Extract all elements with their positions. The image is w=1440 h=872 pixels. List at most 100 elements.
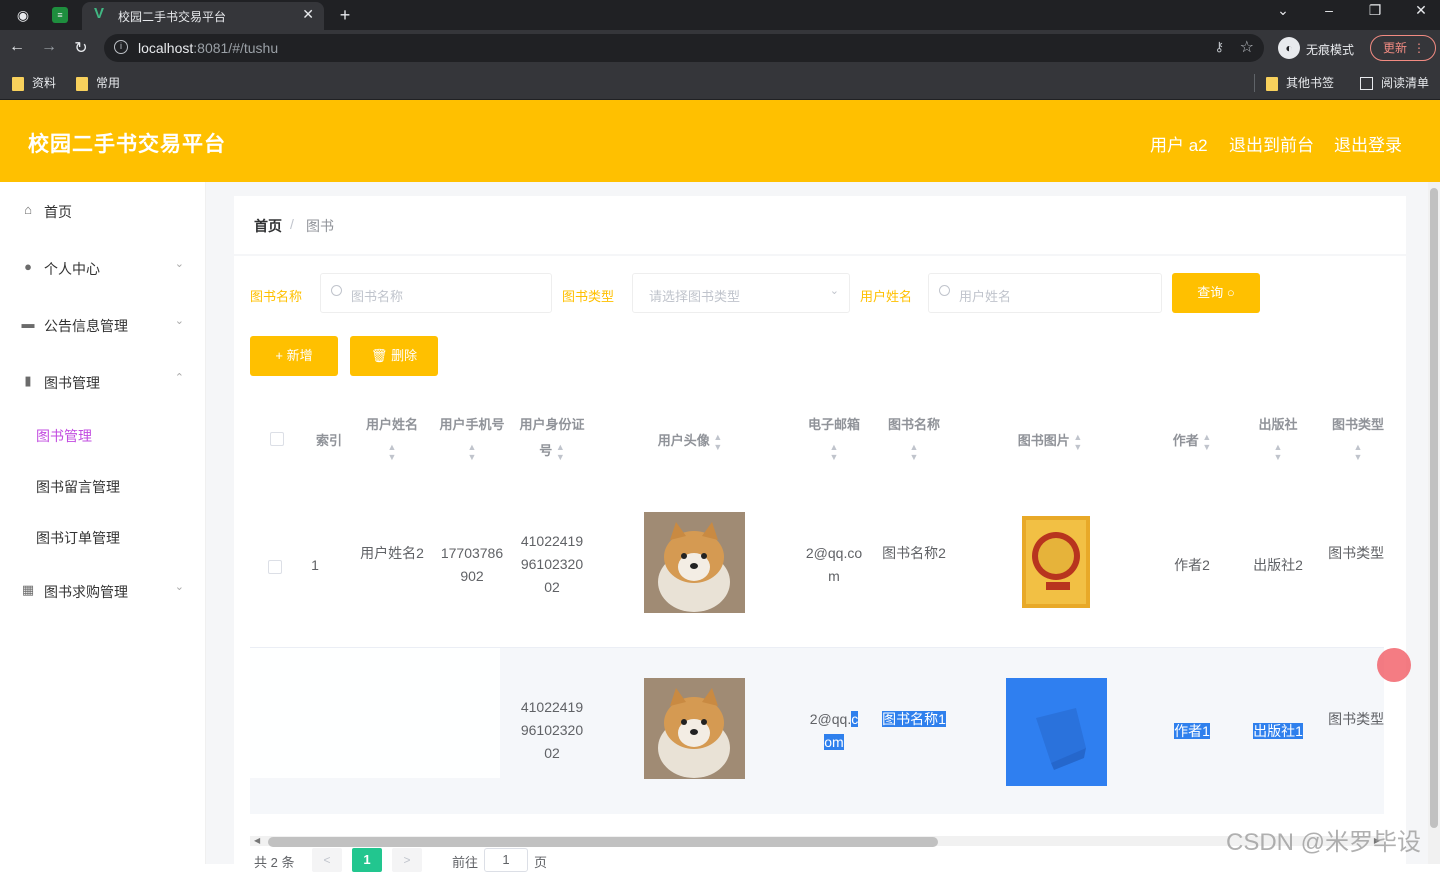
- sort-icon: ▲ ▼: [555, 441, 565, 462]
- watermark: CSDN @米罗毕设: [1226, 829, 1422, 856]
- scrollbar-thumb[interactable]: [1430, 188, 1438, 828]
- sidebar-item-home[interactable]: ⌂ 首页: [0, 190, 206, 230]
- cell-email: 2@qq.com: [805, 545, 863, 584]
- message-icon: ▬: [21, 316, 35, 331]
- close-tab-icon[interactable]: ✕: [302, 6, 314, 23]
- table-horizontal-scrollbar[interactable]: ◀ ▶: [250, 836, 1384, 847]
- chevron-up-icon: ⌃: [174, 372, 184, 384]
- page-vertical-scrollbar[interactable]: [1428, 182, 1440, 864]
- sort-icon: ▲ ▼: [1073, 431, 1083, 452]
- page-number-active[interactable]: 1: [352, 848, 382, 872]
- add-button[interactable]: + 新增: [250, 336, 338, 376]
- folder-icon: [12, 76, 24, 91]
- logout-link[interactable]: 退出登录: [1334, 131, 1402, 156]
- address-bar[interactable]: i localhost:8081/#/tushu ⚷ ☆: [104, 34, 1264, 62]
- delete-button[interactable]: 🗑 删除: [350, 336, 438, 376]
- bookmark-folder-changyong[interactable]: 常用: [76, 74, 120, 92]
- table-row[interactable]: 1 用户姓名2 17703786902 410224199610232002 2…: [250, 482, 1384, 648]
- cell-email: 2@qq.com: [809, 711, 859, 750]
- bookmark-folder-ziliao[interactable]: 资料: [12, 74, 56, 92]
- update-button[interactable]: 更新 ⋮: [1370, 35, 1436, 61]
- table-row[interactable]: 410224199610232002 2@qq.c om 图书名称1 作者1 出…: [250, 648, 1384, 814]
- book-type-select[interactable]: 请选择图书类型 ⌄: [632, 273, 850, 313]
- breadcrumb-separator: /: [290, 216, 294, 232]
- sidebar-item-book-management[interactable]: ▮ 图书管理 ⌃: [0, 361, 206, 401]
- cell-book-type: 图书类型3: [1328, 711, 1384, 727]
- query-button[interactable]: 查询 ○: [1172, 273, 1260, 313]
- sidebar-item-personal-center[interactable]: ● 个人中心 ⌄: [0, 247, 206, 287]
- browser-globe-icon[interactable]: ◉: [14, 6, 32, 24]
- tab-search-chevron-icon[interactable]: ⌄: [1268, 2, 1298, 19]
- forward-icon[interactable]: →: [38, 38, 60, 56]
- bookmark-other[interactable]: 其他书签: [1266, 74, 1334, 92]
- cell-author: 作者2: [1174, 557, 1210, 573]
- mouse-cursor-highlight: [1377, 648, 1411, 682]
- sidebar-item-notice[interactable]: ▬ 公告信息管理 ⌄: [0, 304, 206, 344]
- cell-book-type: 图书类型2: [1328, 545, 1384, 561]
- exit-to-frontend-link[interactable]: 退出到前台: [1229, 131, 1314, 156]
- restore-icon[interactable]: ❐: [1360, 2, 1390, 19]
- select-all-checkbox[interactable]: [270, 432, 284, 446]
- sort-icon: ▲ ▼: [713, 431, 723, 452]
- prev-page-button[interactable]: <: [312, 848, 342, 872]
- row-overlay: [250, 648, 500, 778]
- sidebar: ⌂ 首页 ● 个人中心 ⌄ ▬ 公告信息管理 ⌄ ▮ 图书管理 ⌃ 图书管理 图…: [0, 182, 206, 864]
- browser-tab[interactable]: V 校园二手书交易平台 ✕: [82, 2, 324, 30]
- cell-book-name: 图书名称2: [882, 545, 946, 561]
- chevron-down-icon: ⌄: [174, 258, 184, 270]
- filter-book-name-label: 图书名称: [250, 289, 303, 304]
- sort-icon: ▲ ▼: [1202, 431, 1212, 452]
- browser-tab-bar: ◉ ≡ V 校园二手书交易平台 ✕ + ⌄ – ❐ ✕: [0, 0, 1440, 30]
- sidebar-subitem-books[interactable]: 图书管理: [0, 414, 206, 454]
- book-list-panel: 图书名称 图书名称 图书类型 请选择图书类型 ⌄ 用户姓名 用户姓名 查询 ○ …: [234, 256, 1406, 872]
- minimize-icon[interactable]: –: [1314, 2, 1344, 18]
- sort-icon: ▲ ▼: [829, 441, 839, 462]
- breadcrumb: 首页 / 图书: [234, 196, 1406, 254]
- back-icon[interactable]: ←: [6, 38, 28, 56]
- new-tab-icon[interactable]: +: [336, 6, 354, 24]
- cell-publisher: 出版社1: [1253, 723, 1303, 739]
- pagination-total: 共 2 条: [254, 855, 295, 870]
- url-text[interactable]: localhost:8081/#/tushu: [138, 40, 278, 56]
- search-icon: [331, 285, 342, 296]
- reload-icon[interactable]: ↻: [70, 38, 92, 58]
- sidebar-subitem-book-comments[interactable]: 图书留言管理: [0, 465, 206, 505]
- chevron-down-icon: ⌄: [174, 581, 184, 593]
- scroll-left-icon[interactable]: ◀: [254, 836, 260, 845]
- goto-page-input[interactable]: 1: [484, 848, 528, 872]
- chevron-down-icon: ⌄: [174, 315, 184, 327]
- current-user-link[interactable]: 用户 a2: [1150, 131, 1208, 156]
- bookmark-reading-list[interactable]: 阅读清单: [1360, 74, 1429, 92]
- sidebar-item-book-requests[interactable]: ▦ 图书求购管理 ⌄: [0, 570, 206, 610]
- folder-icon: [76, 76, 88, 91]
- book-cover-image: [1006, 678, 1107, 786]
- sidebar-subitem-book-orders[interactable]: 图书订单管理: [0, 516, 206, 556]
- cell-publisher: 出版社2: [1253, 557, 1303, 573]
- next-page-button[interactable]: >: [392, 848, 422, 872]
- user-name-search-input[interactable]: 用户姓名: [928, 273, 1162, 313]
- user-avatar-image: [644, 678, 745, 779]
- bookmark-star-icon[interactable]: ☆: [1240, 37, 1254, 57]
- book-name-search-input[interactable]: 图书名称: [320, 273, 552, 313]
- site-info-icon[interactable]: i: [114, 40, 128, 54]
- bookmark-separator: [1254, 74, 1255, 92]
- user-icon: ●: [24, 259, 32, 274]
- scrollbar-thumb[interactable]: [268, 837, 938, 847]
- bookmarks-bar: 资料 常用 其他书签 阅读清单: [0, 66, 1440, 100]
- cell-id-card: 410224199610232002: [520, 699, 584, 761]
- app-header: 校园二手书交易平台 用户 a2 退出到前台 退出登录: [0, 100, 1440, 182]
- breadcrumb-home[interactable]: 首页: [254, 216, 282, 236]
- main-content: 首页 / 图书 图书名称 图书名称 图书类型 请选择图书类型 ⌄ 用户姓名 用户…: [206, 182, 1428, 872]
- window-close-icon[interactable]: ✕: [1406, 2, 1436, 19]
- cell-author: 作者1: [1174, 723, 1210, 739]
- cell-phone: 17703786902: [440, 545, 504, 584]
- incognito-icon: ◐: [1278, 37, 1300, 59]
- page-label: 页: [534, 855, 548, 870]
- password-key-icon[interactable]: ⚷: [1214, 39, 1224, 55]
- incognito-label: 无痕模式: [1306, 43, 1355, 57]
- green-app-icon[interactable]: ≡: [52, 7, 68, 23]
- reading-list-icon: [1360, 77, 1373, 91]
- app-title: 校园二手书交易平台: [28, 133, 226, 156]
- row-checkbox[interactable]: [268, 560, 282, 574]
- cell-book-name: 图书名称1: [882, 711, 946, 727]
